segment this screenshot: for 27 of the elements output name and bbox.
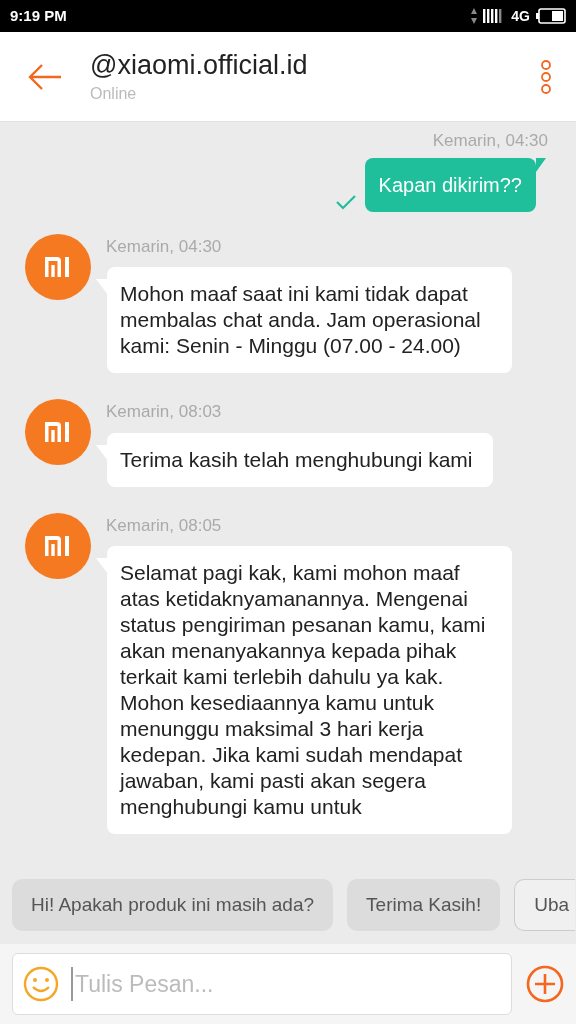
- network-label: 4G: [511, 6, 530, 26]
- quick-reply-chip[interactable]: Terima Kasih!: [347, 879, 501, 931]
- quick-reply-chip[interactable]: Uba: [514, 879, 576, 931]
- logo-icon: [45, 422, 71, 442]
- logo-icon: [45, 535, 71, 556]
- logo-icon: [45, 256, 71, 277]
- more-icon: [540, 59, 552, 94]
- received-message-bubble: Selamat pagi kak, kami mohon maaf atas ketidaknyamanannya. Mengenai status pengiriman pesanan kamu, kami akan menanyakannya kepada pihak terkait kami terlebih dahulu ya kak. Mohon kesediaannya kamu untuk menunggu maksimal 3 hari kerja kedepan. Jika kami sudah mendapat jawaban, kami pasti akan segera menghubungi kamu untuk: [107, 546, 512, 834]
- message-time: Kemarin, 08:03: [106, 401, 223, 423]
- plus-icon: [526, 965, 564, 1003]
- quick-reply-chip[interactable]: Hi! Apakah produk ini masih ada?: [12, 879, 334, 931]
- online-status: Online: [90, 83, 138, 104]
- chat-title: @xiaomi.official.id: [90, 48, 309, 82]
- message-time: Kemarin, 04:30: [106, 235, 223, 258]
- sent-message-bubble: Kapan dikirim??: [364, 157, 536, 212]
- bubble-tail: [536, 157, 546, 172]
- message-time: Kemarin, 08:05: [106, 514, 223, 537]
- emoji-icon[interactable]: [23, 966, 59, 1002]
- back-icon: [28, 62, 62, 91]
- add-button[interactable]: [526, 965, 564, 1003]
- status-time: 9:19 PM: [10, 5, 67, 26]
- data-arrows-icon: [471, 8, 478, 24]
- received-message-bubble: Terima kasih telah menghubungi kami: [107, 432, 493, 487]
- message-field[interactable]: Tulis Pesan...: [12, 953, 512, 1015]
- battery-icon: [536, 8, 566, 24]
- message-time: Kemarin, 04:30: [432, 130, 548, 152]
- received-message-bubble: Mohon maaf saat ini kami tidak dapat membalas chat anda. Jam operasional kami: Senin - Minggu (07.00 - 24.00): [107, 267, 512, 373]
